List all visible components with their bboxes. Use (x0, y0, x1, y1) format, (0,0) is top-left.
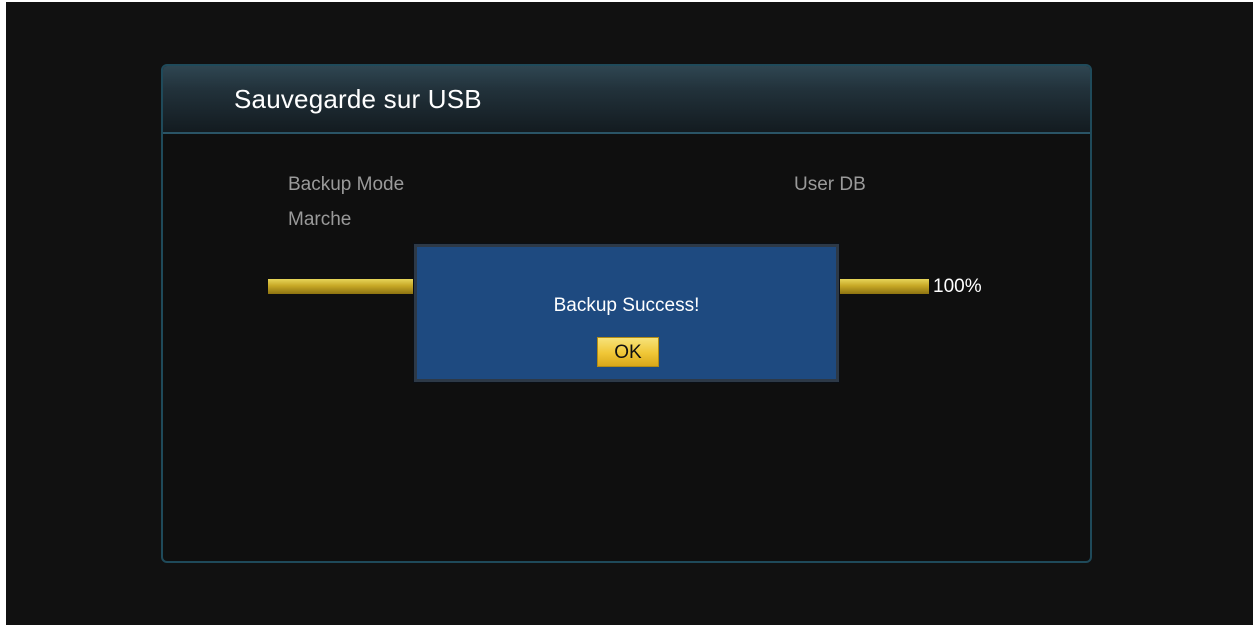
tv-screen: Sauvegarde sur USB Backup Mode User DB M… (6, 2, 1253, 625)
progress-percentage: 100% (933, 276, 982, 297)
status-label: Marche (288, 209, 352, 230)
ok-button[interactable]: OK (597, 337, 659, 367)
backup-mode-label: Backup Mode (288, 174, 405, 195)
backup-success-dialog: Backup Success! OK (414, 244, 839, 382)
panel-title: Sauvegarde sur USB (234, 84, 482, 114)
panel-header: Sauvegarde sur USB (163, 66, 1090, 134)
backup-mode-value[interactable]: User DB (794, 174, 866, 196)
dialog-message: Backup Success! (553, 295, 700, 316)
